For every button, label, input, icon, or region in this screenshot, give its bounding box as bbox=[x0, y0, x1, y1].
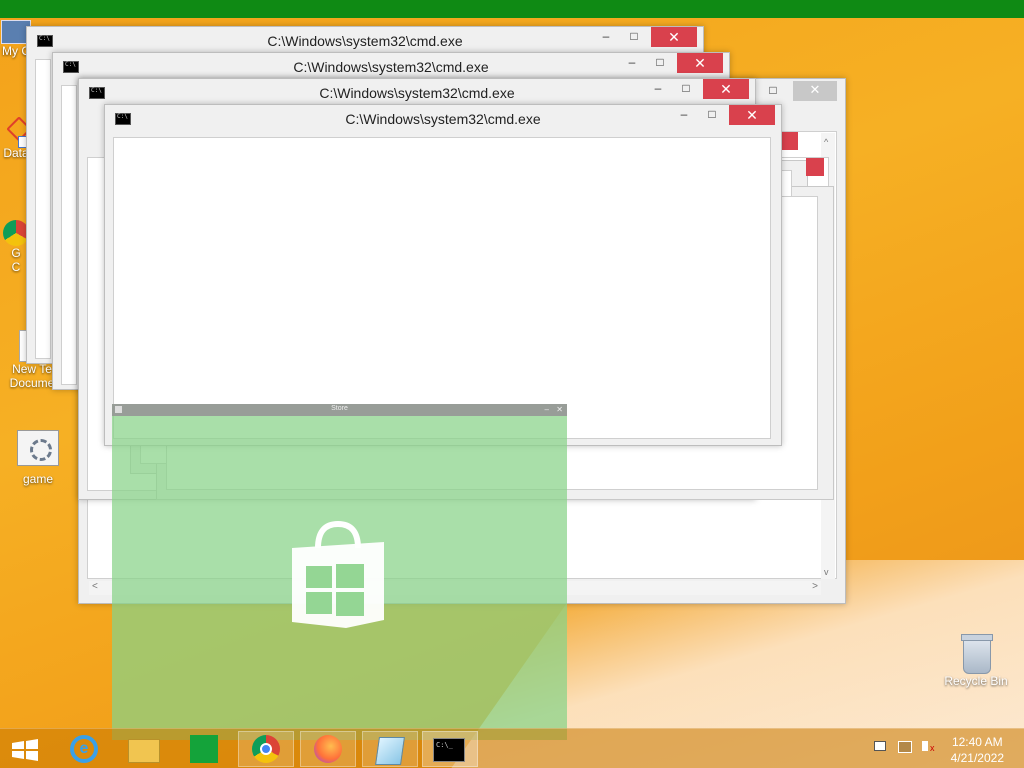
window-titlebar[interactable]: C:\Windows\system32\cmd.exe – □ ✕ bbox=[105, 105, 781, 131]
close-button[interactable]: ✕ bbox=[793, 81, 837, 101]
close-button[interactable]: ✕ bbox=[703, 79, 749, 99]
clock-date: 4/21/2022 bbox=[950, 751, 1004, 765]
minimize-button[interactable]: – bbox=[619, 53, 645, 73]
close-button[interactable]: ✕ bbox=[651, 27, 697, 47]
scroll-down-arrow-icon[interactable]: v bbox=[824, 567, 829, 577]
close-button[interactable]: ✕ bbox=[729, 105, 775, 125]
clock-time: 12:40 AM bbox=[951, 735, 1003, 749]
window-titlebar[interactable]: C:\Windows\system32\cmd.exe – □ ✕ bbox=[27, 27, 703, 53]
taskbar-chrome[interactable] bbox=[238, 731, 294, 767]
file-explorer-icon bbox=[128, 739, 160, 763]
internet-explorer-icon: e bbox=[70, 735, 98, 763]
maximize-button[interactable]: □ bbox=[621, 27, 647, 47]
store-title: Store bbox=[331, 405, 348, 412]
minimize-button[interactable]: – bbox=[645, 79, 671, 99]
window-titlebar[interactable]: C:\Windows\system32\cmd.exe – □ ✕ bbox=[79, 79, 755, 105]
maximize-button[interactable]: □ bbox=[673, 79, 699, 99]
network-icon[interactable] bbox=[898, 741, 914, 755]
desktop-icon-label: game bbox=[22, 472, 54, 486]
console-area[interactable] bbox=[113, 137, 771, 439]
clock[interactable]: 12:40 AM 4/21/2022 bbox=[951, 734, 1004, 766]
close-button[interactable] bbox=[780, 132, 798, 150]
maximize-button[interactable]: □ bbox=[647, 53, 673, 73]
store-bag-icon bbox=[292, 520, 384, 628]
store-app-splash[interactable]: Store – ✕ bbox=[112, 404, 567, 740]
chrome-icon bbox=[252, 735, 280, 763]
taskbar-store[interactable] bbox=[176, 731, 232, 767]
notepad-icon bbox=[375, 737, 405, 765]
scroll-right-arrow-icon[interactable]: > bbox=[812, 581, 818, 592]
top-green-bar bbox=[0, 0, 1024, 18]
firefox-icon bbox=[314, 735, 342, 763]
taskbar-cmd[interactable]: C:\_ bbox=[422, 731, 478, 767]
recycle-bin-icon bbox=[961, 632, 993, 674]
desktop-icon-label: Recycle Bin bbox=[944, 674, 1008, 688]
desktop-icon-game[interactable]: game bbox=[10, 430, 66, 486]
taskbar-firefox[interactable] bbox=[300, 731, 356, 767]
scroll-left-arrow-icon[interactable]: < bbox=[92, 581, 98, 592]
taskbar-file-explorer[interactable] bbox=[116, 731, 172, 767]
maximize-button[interactable]: □ bbox=[699, 105, 725, 125]
start-icon bbox=[12, 739, 38, 761]
taskbar: e C:\_ x 12:40 AM 4/21/2022 bbox=[0, 728, 1024, 768]
action-center-flag-icon[interactable] bbox=[874, 741, 888, 755]
close-button[interactable] bbox=[806, 158, 824, 176]
console-area[interactable] bbox=[35, 59, 51, 359]
cmd-window-4[interactable]: C:\Windows\system32\cmd.exe – □ ✕ bbox=[104, 104, 782, 446]
window-titlebar[interactable]: C:\Windows\system32\cmd.exe – □ ✕ bbox=[53, 53, 729, 79]
scroll-up-arrow-icon[interactable]: ^ bbox=[824, 137, 828, 147]
start-button[interactable] bbox=[0, 731, 56, 767]
maximize-button[interactable]: □ bbox=[761, 81, 785, 101]
shortcut-icon bbox=[4, 116, 32, 148]
desktop: My C Data G C New Te Docume game Recycle… bbox=[0, 0, 1024, 768]
console-area[interactable] bbox=[61, 85, 77, 385]
cmd-icon: C:\_ bbox=[433, 738, 465, 762]
taskbar-internet-explorer[interactable]: e bbox=[56, 731, 112, 767]
store-close-button[interactable]: ✕ bbox=[556, 404, 563, 415]
volume-muted-icon[interactable]: x bbox=[922, 741, 938, 755]
minimize-button[interactable]: – bbox=[671, 105, 697, 125]
store-minimize-button[interactable]: – bbox=[545, 404, 549, 415]
minimize-button[interactable]: – bbox=[593, 27, 619, 47]
gear-settings-icon bbox=[17, 430, 59, 466]
taskbar-notepad[interactable] bbox=[362, 731, 418, 767]
desktop-icon-recycle-bin[interactable]: Recycle Bin bbox=[938, 632, 1014, 688]
store-icon bbox=[190, 735, 218, 763]
store-titlebar[interactable]: Store – ✕ bbox=[112, 404, 567, 416]
close-button[interactable]: ✕ bbox=[677, 53, 723, 73]
